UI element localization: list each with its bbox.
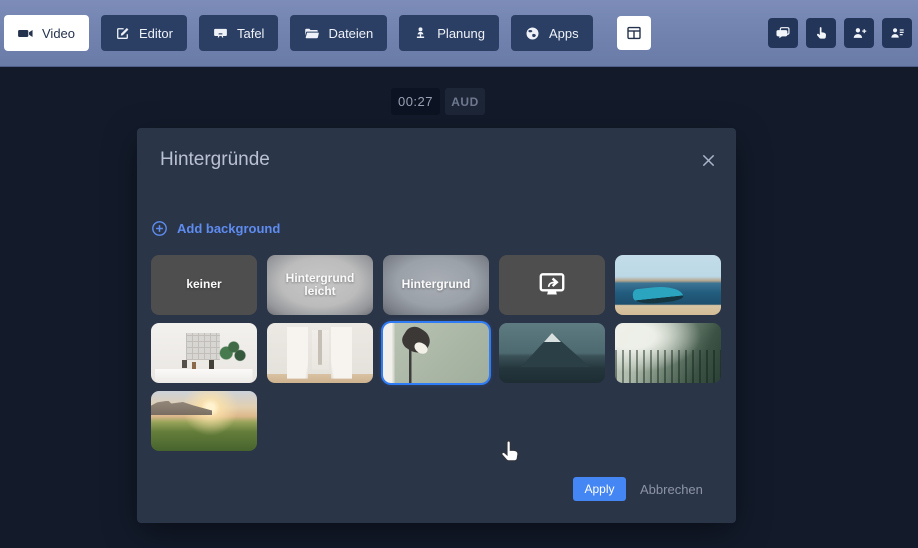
apply-button[interactable]: Apply (573, 477, 626, 501)
toolbar-right-group (768, 18, 918, 48)
toolbar-tab-group: Video Editor Tafel Dateien Planung Apps (0, 15, 651, 51)
chat-button[interactable] (768, 18, 798, 48)
screen-share-tile[interactable] (499, 255, 605, 315)
tab-label: Dateien (328, 26, 373, 41)
background-tile-hintergrund-leicht[interactable]: Hintergrund leicht (267, 255, 373, 315)
stage-status-group: 00:27 AUD (391, 88, 485, 115)
chat-bubbles-icon (776, 26, 791, 41)
tab-dateien[interactable]: Dateien (290, 15, 387, 51)
hand-pointer-icon (814, 26, 829, 41)
video-camera-icon (18, 26, 33, 41)
raise-hand-button[interactable] (806, 18, 836, 48)
background-tile-keiner[interactable]: keiner (151, 255, 257, 315)
tile-label: Hintergrund leicht (267, 272, 373, 298)
audio-badge: AUD (445, 88, 485, 115)
tile-label: keiner (183, 278, 224, 291)
close-icon (701, 153, 716, 168)
plus-circle-icon (151, 220, 168, 237)
add-person-button[interactable] (844, 18, 874, 48)
tab-editor[interactable]: Editor (101, 15, 187, 51)
whiteboard-icon (213, 26, 228, 41)
folder-icon (304, 26, 319, 41)
add-background-label: Add background (177, 221, 280, 236)
tab-tafel[interactable]: Tafel (199, 15, 278, 51)
modal-title: Hintergründe (160, 149, 270, 171)
add-background-button[interactable]: Add background (151, 220, 280, 237)
layout-toggle-button[interactable] (617, 16, 651, 50)
tab-label: Video (42, 26, 75, 41)
add-person-icon (852, 26, 867, 41)
background-tile-desk-plant[interactable] (151, 323, 257, 383)
background-tile-white-doors[interactable] (267, 323, 373, 383)
background-tile-lamp-green-wall[interactable] (383, 323, 489, 383)
background-tile-meadow-sunrise[interactable] (151, 391, 257, 451)
tile-label: Hintergrund (399, 278, 474, 291)
cancel-button[interactable]: Abbrechen (640, 477, 703, 501)
close-button[interactable] (699, 151, 717, 169)
background-tile-mountain-peak[interactable] (499, 323, 605, 383)
background-tile-grid: keiner Hintergrund leicht Hintergrund (151, 255, 721, 451)
layout-grid-icon (626, 25, 642, 41)
background-tile-hintergrund[interactable]: Hintergrund (383, 255, 489, 315)
tab-label: Apps (549, 26, 579, 41)
globe-icon (525, 26, 540, 41)
top-toolbar: Video Editor Tafel Dateien Planung Apps (0, 0, 918, 67)
tab-video[interactable]: Video (4, 15, 89, 51)
participants-list-icon (890, 26, 905, 41)
participants-button[interactable] (882, 18, 912, 48)
tab-label: Editor (139, 26, 173, 41)
edit-pencil-icon (115, 26, 130, 41)
background-tile-beach-boat[interactable] (615, 255, 721, 315)
session-timer: 00:27 (391, 88, 440, 115)
background-tile-foggy-forest[interactable] (615, 323, 721, 383)
screen-share-icon (537, 272, 567, 298)
tab-apps[interactable]: Apps (511, 15, 593, 51)
tab-label: Planung (437, 26, 485, 41)
tab-planung[interactable]: Planung (399, 15, 499, 51)
tab-label: Tafel (237, 26, 264, 41)
person-node-icon (413, 26, 428, 41)
backgrounds-modal: Hintergründe Add background keiner Hinter… (137, 128, 736, 523)
